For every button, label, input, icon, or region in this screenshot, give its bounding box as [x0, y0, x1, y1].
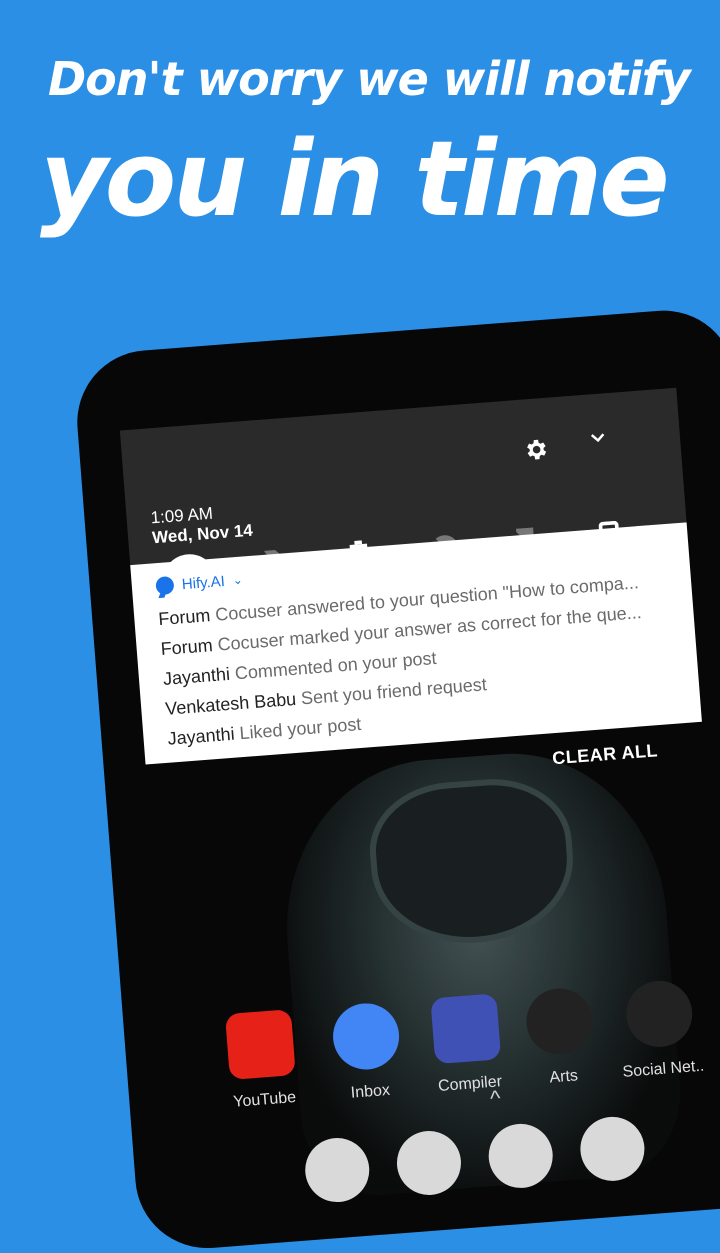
message-sender: Jayanthi	[162, 663, 231, 689]
compiler-icon	[430, 993, 502, 1065]
gear-icon[interactable]	[522, 436, 550, 464]
app-icon[interactable]	[302, 1135, 372, 1205]
chevron-down-icon[interactable]: ⌄	[232, 573, 243, 588]
message-text: Liked your post	[238, 713, 362, 744]
notification-header: Hify.AI ⌄	[155, 571, 243, 596]
headline-line-1: Don't worry we will notify	[48, 52, 691, 106]
chat-bubble-icon	[155, 575, 175, 596]
dock-app-label: Social Net..	[622, 1057, 705, 1081]
notification-app-name: Hify.AI	[181, 572, 226, 593]
dock-app-inbox[interactable]: Inbox	[319, 1000, 416, 1105]
youtube-icon	[224, 1009, 296, 1081]
chevron-down-icon[interactable]	[587, 427, 608, 448]
dock-app-compiler[interactable]: Compiler	[418, 992, 515, 1097]
folder-icon	[623, 978, 695, 1050]
message-sender: Jayanthi	[166, 723, 236, 749]
notification-card[interactable]: Hify.AI ⌄ Forum Cocuser answered to your…	[130, 522, 702, 765]
dock-folder-arts[interactable]: Arts	[512, 985, 609, 1090]
headline-line-2: you in time	[40, 118, 670, 240]
app-icon[interactable]	[486, 1121, 556, 1191]
message-sender: Forum	[157, 605, 212, 630]
message-text: Commented on your post	[234, 647, 438, 684]
app-icon[interactable]	[394, 1128, 464, 1198]
dock-app-youtube[interactable]: YouTube	[213, 1008, 310, 1113]
message-sender: Forum	[159, 635, 214, 660]
folder-icon	[524, 986, 595, 1057]
app-icon[interactable]	[578, 1114, 647, 1184]
message-text: Sent you friend request	[300, 674, 488, 709]
message-sender: Venkatesh Babu	[164, 688, 297, 719]
phone-mockup: 1:09 AM Wed, Nov 14 Hify.AI ⌄ Forum Cocu	[72, 305, 720, 1253]
chevron-up-icon[interactable]: ^	[489, 1085, 501, 1112]
dock-folder-social[interactable]: Social Net..	[612, 978, 709, 1083]
dock-app-label: YouTube	[232, 1089, 297, 1111]
clear-all-button[interactable]: CLEAR ALL	[552, 740, 659, 769]
inbox-icon	[330, 1001, 402, 1072]
